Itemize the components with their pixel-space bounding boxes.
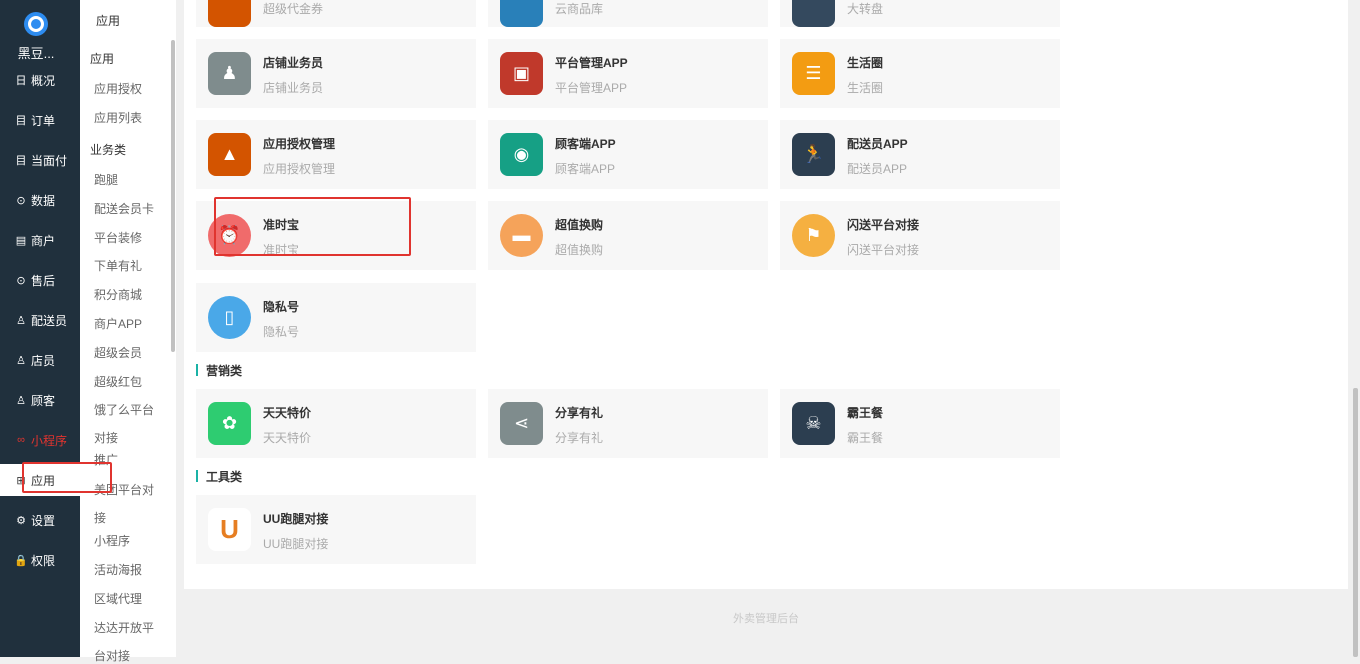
subnav-group-biz: 业务类 [90,143,127,157]
customer-icon: ♙ [16,394,26,407]
app-card-exchange[interactable]: ▬ 超值换购 超值换购 [488,201,768,270]
app-card[interactable]: 超级代金券 [196,0,476,27]
subnav-item[interactable]: 商户APP [94,316,166,332]
subnav-item[interactable]: 活动海报 [94,562,166,578]
app-card-courier-app[interactable]: 🏃 配送员APP 配送员APP [780,120,1060,189]
app-card-share-gift[interactable]: ⋖ 分享有礼 分享有礼 [488,389,768,458]
app-card-uu-errand[interactable]: U UU跑腿对接 UU跑腿对接 [196,495,476,564]
gear-icon: ⚙ [16,514,26,527]
app-card[interactable]: 云商品库 [488,0,768,27]
subnav-item[interactable]: 小程序 [94,533,166,549]
page-scrollbar[interactable] [1353,388,1358,657]
lock-icon: 🔒 [14,554,28,567]
app-card-platform-app[interactable]: ▣ 平台管理APP 平台管理APP [488,39,768,108]
nav-settings[interactable]: ⚙ 设置 [0,504,80,536]
overview-icon: 日 [15,75,27,87]
subnav-item[interactable]: 应用授权 [94,81,166,97]
subnav-item[interactable]: 对接 [94,430,166,446]
app-card-daily-deal[interactable]: ✿ 天天特价 天天特价 [196,389,476,458]
subnav-item[interactable]: 配送会员卡 [94,201,166,217]
section-title-tools: 工具类 [196,468,242,485]
nav-miniprogram[interactable]: ∞ 小程序 [0,424,80,456]
nav-aftersale[interactable]: ⊙ 售后 [0,264,80,296]
aftersale-icon: ⊙ [16,274,26,287]
subnav-item[interactable]: 超级红包 [94,374,166,390]
flower-icon: ✿ [208,402,251,445]
subnav-title: 应用 [96,14,121,28]
app-card-flash-delivery[interactable]: ⚑ 闪送平台对接 闪送平台对接 [780,201,1060,270]
subnav-item[interactable]: 平台装修 [94,230,166,246]
footer: 外卖管理后台 [184,589,1348,657]
brand-name: 黑豆... [17,46,55,61]
app-card-shop-salesman[interactable]: ♟ 店铺业务员 店铺业务员 [196,39,476,108]
subnav-item[interactable]: 台对接 [94,648,166,664]
subnav-item[interactable]: 下单有礼 [94,258,166,274]
nav-merchant[interactable]: ▤ 商户 [0,224,80,256]
wheel-icon [792,0,835,27]
clerk-icon: ♙ [16,354,26,367]
rss-icon: ☰ [792,52,835,95]
nav-clerk[interactable]: ♙ 店员 [0,344,80,376]
subnav-item[interactable]: 区域代理 [94,591,166,607]
gift-icon: ▬ [500,214,543,257]
nav-data[interactable]: ⊙ 数据 [0,184,80,216]
uu-logo-icon: U [208,508,251,551]
brand-logo[interactable] [24,12,48,36]
subnav-item[interactable]: 应用列表 [94,110,166,126]
data-icon: ⊙ [16,194,26,207]
phone-icon: ▯ [208,296,251,339]
app-card-auth-manage[interactable]: ▲ 应用授权管理 应用授权管理 [196,120,476,189]
courier-icon: ♙ [16,314,26,327]
subnav-item[interactable]: 饿了么平台 [94,402,166,418]
highlight-box [214,197,411,256]
section-title-marketing: 营销类 [196,362,242,379]
subnav-item[interactable]: 积分商城 [94,287,166,303]
highlight-box [22,462,112,493]
app-card-privacy-number[interactable]: ▯ 隐私号 隐私号 [196,283,476,352]
nav-permissions[interactable]: 🔒 权限 [0,544,80,576]
subnav-scrollbar[interactable] [171,40,175,352]
coupon-icon [208,0,251,27]
share-icon: ⋖ [500,402,543,445]
pirate-icon: ☠ [792,402,835,445]
left-nav: 黑豆... 日概况 目订单 目当面付 ⊙ 数据 ▤ 商户 ⊙ 售后 ♙ 配送员 ♙ 店员 … [0,0,80,657]
app-card-customer-app[interactable]: ◉ 顾客端APP 顾客端APP [488,120,768,189]
app-card-life-circle[interactable]: ☰ 生活圈 生活圈 [780,39,1060,108]
cloud-icon [500,0,543,27]
platform-app-icon: ▣ [500,52,543,95]
subnav-item[interactable]: 达达开放平 [94,620,166,636]
nav-courier[interactable]: ♙ 配送员 [0,304,80,336]
nav-overview[interactable]: 日概况 [0,64,80,96]
subnav-group-app: 应用 [90,52,115,66]
globe-icon: ◉ [500,133,543,176]
salesman-icon: ♟ [208,52,251,95]
subnav-item[interactable]: 接 [94,510,166,526]
runner-icon: 🏃 [792,133,835,176]
miniprogram-icon: ∞ [17,434,25,446]
scooter-icon: ⚑ [792,214,835,257]
orders-icon: 目 [15,115,27,127]
nav-facepay[interactable]: 目当面付 [0,144,80,176]
nav-customer[interactable]: ♙ 顾客 [0,384,80,416]
subnav-item[interactable]: 跑腿 [94,172,166,188]
merchant-icon: ▤ [15,234,27,247]
cone-icon: ▲ [208,133,251,176]
app-card-free-meal[interactable]: ☠ 霸王餐 霸王餐 [780,389,1060,458]
nav-orders[interactable]: 目订单 [0,104,80,136]
subnav-item[interactable]: 超级会员 [94,345,166,361]
app-card[interactable]: 大转盘 [780,0,1060,27]
facepay-icon: 目 [15,155,27,167]
